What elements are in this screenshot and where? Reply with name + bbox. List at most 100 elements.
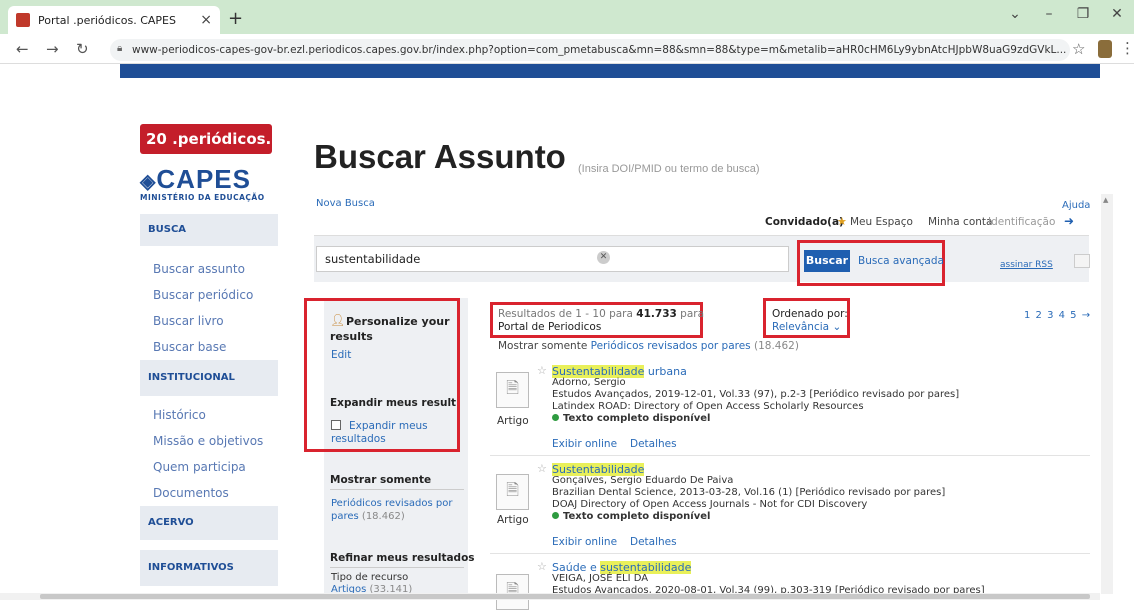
detalhes-link[interactable]: Detalhes bbox=[630, 536, 677, 548]
mostrar-revisados-count: (18.462) bbox=[754, 340, 799, 352]
article-icon: 🗎 bbox=[496, 474, 529, 510]
sidebar-section-acervo[interactable]: ACERVO bbox=[140, 506, 278, 540]
exibir-online-link[interactable]: Exibir online bbox=[552, 536, 617, 548]
chevron-down-icon: ⌄ bbox=[832, 321, 842, 333]
ministry-label: MINISTÉRIO DA EDUCAÇÃO bbox=[140, 193, 265, 202]
address-bar[interactable]: www-periodicos-capes-gov-br.ezl.periodic… bbox=[110, 39, 1070, 61]
sidebar-item-quem-participa[interactable]: Quem participa bbox=[153, 460, 246, 474]
tipo-recurso-label: Tipo de recurso bbox=[331, 572, 409, 583]
sidebar-item-buscar-assunto[interactable]: Buscar assunto bbox=[153, 262, 245, 276]
favorite-star-icon[interactable]: ☆ bbox=[537, 462, 547, 475]
browser-tab[interactable]: Portal .periódicos. CAPES × bbox=[8, 6, 220, 34]
facet-revisados-count: (18.462) bbox=[361, 511, 405, 522]
result-fulltext: Texto completo disponível bbox=[552, 511, 945, 523]
reload-icon[interactable]: ↻ bbox=[76, 40, 89, 58]
profile-avatar[interactable] bbox=[1098, 40, 1112, 58]
result-source: Brazilian Dental Science, 2013-03-28, Vo… bbox=[552, 487, 946, 498]
window-close-icon[interactable]: ✕ bbox=[1102, 6, 1132, 22]
result-meta: Adorno, Sergio Estudos Avançados, 2019-1… bbox=[552, 377, 959, 425]
search-input[interactable]: sustentabilidade bbox=[316, 246, 789, 272]
results-prefix: Resultados de 1 - 10 para bbox=[498, 308, 633, 320]
results-scope: Portal de Periodicos bbox=[498, 321, 602, 333]
results-total: 41.733 bbox=[636, 308, 677, 320]
result-fulltext: Texto completo disponível bbox=[552, 413, 959, 425]
sidebar-item-missao[interactable]: Missão e objetivos bbox=[153, 434, 263, 448]
tab-title: Portal .periódicos. CAPES bbox=[38, 13, 176, 27]
order-label: Ordenado por: bbox=[772, 308, 848, 320]
tab-search-chevron-icon[interactable]: ⌄ bbox=[1000, 6, 1030, 22]
rss-link[interactable]: assinar RSS bbox=[1000, 260, 1053, 270]
capes-logo-text: CAPES bbox=[156, 164, 251, 194]
result-type: Artigo bbox=[497, 514, 529, 526]
article-icon: 🗎 bbox=[496, 574, 529, 610]
meu-espaco-link[interactable]: Meu Espaço bbox=[850, 216, 913, 228]
sidebar-item-historico[interactable]: Histórico bbox=[153, 408, 206, 422]
sidebar-item-buscar-livro[interactable]: Buscar livro bbox=[153, 314, 224, 328]
sidebar-section-busca: BUSCA bbox=[140, 214, 278, 246]
vertical-scrollbar[interactable] bbox=[1101, 194, 1113, 594]
expandir-title: Expandir meus resultado bbox=[330, 397, 456, 409]
result-author: VEIGA, JOSÉ ELI DA bbox=[552, 573, 649, 584]
refinar-title: Refinar meus resultados bbox=[330, 552, 475, 564]
busca-avancada-link[interactable]: Busca avançada bbox=[858, 255, 944, 267]
personalize-title: Personalize your results bbox=[330, 315, 450, 343]
horizontal-scroll-thumb[interactable] bbox=[40, 594, 1090, 599]
result-author: Gonçalves, Sergio Eduardo De Paiva bbox=[552, 475, 734, 486]
favorite-star-icon[interactable]: ☆ bbox=[537, 560, 547, 573]
divider bbox=[330, 567, 464, 568]
result-db: Latindex ROAD: Directory of Open Access … bbox=[552, 401, 864, 412]
expandir-checkbox-label[interactable]: Expandir meus resultados bbox=[331, 420, 441, 446]
results-count: Resultados de 1 - 10 para 41.733 para bbox=[498, 308, 704, 320]
capes-favicon-icon bbox=[16, 13, 30, 27]
identificacao-link[interactable]: Identificação bbox=[988, 216, 1064, 228]
periodicos-logo[interactable]: 20 .periódicos. bbox=[140, 124, 272, 154]
sidebar-section-informativos[interactable]: INFORMATIVOS bbox=[140, 550, 278, 586]
back-icon[interactable]: ← bbox=[16, 40, 29, 58]
favorite-star-icon[interactable]: ☆ bbox=[537, 364, 547, 377]
tab-close-icon[interactable]: × bbox=[200, 12, 212, 28]
result-source: Estudos Avançados, 2019-12-01, Vol.33 (9… bbox=[552, 389, 960, 400]
buscar-button[interactable]: Buscar bbox=[804, 250, 850, 272]
star-icon: ★ bbox=[837, 215, 847, 228]
results-suffix: para bbox=[680, 308, 705, 320]
available-dot-icon bbox=[552, 414, 559, 421]
maximize-icon[interactable]: ❐ bbox=[1068, 6, 1098, 22]
result-fulltext-label: Texto completo disponível bbox=[563, 413, 711, 424]
order-value: Relevância bbox=[772, 321, 830, 333]
sidebar-item-documentos[interactable]: Documentos bbox=[153, 486, 229, 500]
capes-logo[interactable]: ◈CAPES bbox=[140, 164, 251, 195]
divider bbox=[330, 489, 464, 490]
mostrar-revisados-link[interactable]: Periódicos revisados por pares bbox=[591, 340, 751, 352]
result-db: DOAJ Directory of Open Access Journals -… bbox=[552, 499, 868, 510]
browser-menu-icon[interactable]: ⋮ bbox=[1120, 39, 1134, 57]
minimize-icon[interactable]: – bbox=[1034, 6, 1064, 22]
mostrar-somente-bar: Mostrar somente Periódicos revisados por… bbox=[498, 340, 799, 352]
mostrar-somente-title: Mostrar somente bbox=[330, 474, 432, 486]
login-icon[interactable]: ➜ bbox=[1064, 214, 1074, 228]
result-meta: Gonçalves, Sergio Eduardo De Paiva Brazi… bbox=[552, 475, 945, 523]
personalize-edit-link[interactable]: Edit bbox=[331, 349, 351, 361]
convidado-label: Convidado(a) bbox=[765, 216, 844, 228]
lock-icon[interactable]: 🔒︎ bbox=[117, 43, 122, 54]
page-subtitle: (Insira DOI/PMID ou termo de busca) bbox=[578, 163, 760, 175]
article-icon: 🗎 bbox=[496, 372, 529, 408]
detalhes-link[interactable]: Detalhes bbox=[630, 438, 677, 450]
result-fulltext-label: Texto completo disponível bbox=[563, 511, 711, 522]
order-dropdown[interactable]: Relevância ⌄ bbox=[772, 321, 841, 333]
new-tab-button[interactable]: + bbox=[228, 8, 243, 29]
available-dot-icon bbox=[552, 512, 559, 519]
scroll-up-icon[interactable]: ▲ bbox=[1103, 196, 1108, 204]
mostrar-somente-label: Mostrar somente bbox=[498, 340, 588, 352]
bookmark-star-icon[interactable]: ☆ bbox=[1072, 40, 1085, 58]
pagination[interactable]: 1 2 3 4 5 → bbox=[1024, 310, 1091, 321]
sidebar-section-institucional: INSTITUCIONAL bbox=[140, 360, 278, 396]
sidebar-item-buscar-periodico[interactable]: Buscar periódico bbox=[153, 288, 253, 302]
facet-revisados[interactable]: Periódicos revisados por pares (18.462) bbox=[331, 497, 461, 523]
rss-image-icon[interactable] bbox=[1074, 254, 1090, 268]
result-type: Artigo bbox=[497, 415, 529, 427]
sidebar-item-buscar-base[interactable]: Buscar base bbox=[153, 340, 226, 354]
clear-search-icon[interactable]: ✕ bbox=[597, 251, 610, 264]
minha-conta-link[interactable]: Minha conta bbox=[928, 216, 992, 228]
exibir-online-link[interactable]: Exibir online bbox=[552, 438, 617, 450]
forward-icon[interactable]: → bbox=[46, 40, 59, 58]
